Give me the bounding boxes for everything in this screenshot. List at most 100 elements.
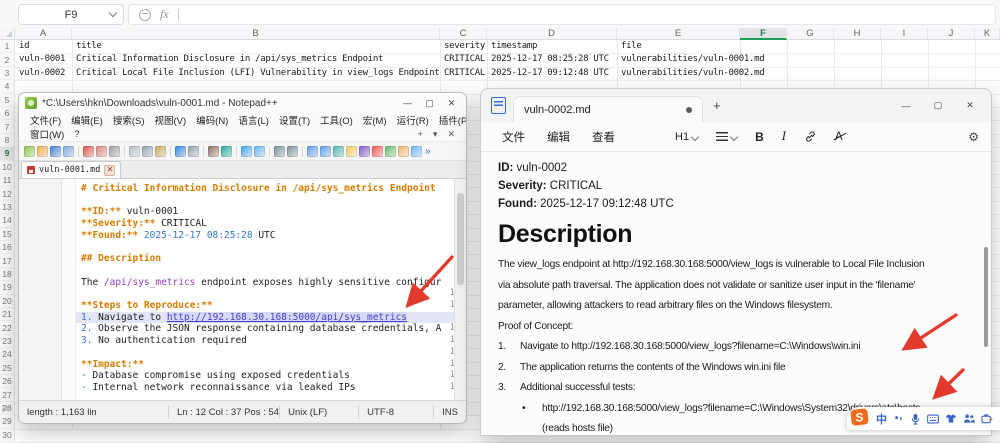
gear-icon[interactable]: ⚙: [968, 130, 979, 144]
row-header-12[interactable]: 12: [0, 187, 15, 200]
code-line-14[interactable]: 3. No authentication required: [76, 335, 466, 347]
row-header-24[interactable]: 24: [0, 348, 15, 361]
menu-view[interactable]: 查看: [583, 129, 624, 145]
replace-icon[interactable]: [221, 146, 232, 157]
row-header-23[interactable]: 23: [0, 335, 15, 348]
row-header-14[interactable]: 14: [0, 214, 15, 227]
menu-edit[interactable]: 编辑: [538, 129, 579, 145]
cell-C1[interactable]: severity: [444, 40, 485, 53]
cell-D1[interactable]: timestamp: [491, 40, 537, 53]
toolbox-icon[interactable]: [981, 413, 993, 424]
cell-C3[interactable]: CRITICAL: [444, 67, 485, 80]
row-header-5[interactable]: 5: [0, 94, 15, 107]
cell-B1[interactable]: title: [76, 40, 102, 53]
bold-button[interactable]: B: [748, 130, 771, 144]
macro-record-icon[interactable]: [372, 146, 383, 157]
italic-button[interactable]: I: [775, 129, 793, 144]
npp-menu2-0[interactable]: 窗口(W): [26, 127, 68, 141]
indent-guide-icon[interactable]: [333, 146, 344, 157]
npp-menu2-control-0[interactable]: +: [414, 129, 427, 139]
row-header-11[interactable]: 11: [0, 174, 15, 187]
row-header-20[interactable]: 20: [0, 295, 15, 308]
tab-vuln-0002[interactable]: vuln-0002.md: [513, 96, 703, 123]
save-icon[interactable]: [50, 146, 61, 157]
function-list-icon[interactable]: [346, 146, 357, 157]
close-all-icon[interactable]: [96, 146, 107, 157]
scrollbar-thumb[interactable]: [457, 193, 464, 285]
cell-A2[interactable]: vuln-0001: [19, 53, 65, 66]
row-header-13[interactable]: 13: [0, 201, 15, 214]
npp-menu-7[interactable]: 工具(O): [316, 113, 357, 127]
code-line-5[interactable]: **Found:** 2025-12-17 08:25:28 UTC: [76, 230, 466, 242]
code-line-15[interactable]: [76, 347, 466, 359]
zoom-out-icon[interactable]: [254, 146, 265, 157]
code-line-11[interactable]: **Steps to Reproduce:**: [76, 300, 466, 312]
npp-menu-5[interactable]: 语言(L): [234, 113, 273, 127]
row-header-21[interactable]: 21: [0, 308, 15, 321]
eye-preview-icon[interactable]: [411, 146, 422, 157]
minimize-icon[interactable]: —: [891, 99, 921, 113]
row-header-10[interactable]: 10: [0, 161, 15, 174]
new-file-icon[interactable]: [24, 146, 35, 157]
redo-icon[interactable]: [188, 146, 199, 157]
code-line-3[interactable]: **ID:** vuln-0001: [76, 206, 466, 218]
cell-name-box[interactable]: F9: [18, 4, 124, 25]
row-header-2[interactable]: 2: [0, 53, 15, 66]
npp-menu2-1[interactable]: ?: [70, 129, 83, 140]
undo-icon[interactable]: [175, 146, 186, 157]
npp-menu2-control-1[interactable]: ▾: [429, 129, 442, 140]
npp-menu-8[interactable]: 宏(M): [359, 113, 391, 127]
row-header-8[interactable]: 8: [0, 134, 15, 147]
chevron-down-icon[interactable]: [109, 9, 117, 17]
code-line-18[interactable]: - Internal network reconnaissance via le…: [76, 382, 466, 394]
chinese-mode-button[interactable]: 中: [876, 411, 887, 427]
column-header-D[interactable]: D: [487, 28, 617, 40]
link-button[interactable]: [797, 130, 824, 143]
select-all-corner[interactable]: [0, 28, 15, 40]
row-header-3[interactable]: 3: [0, 67, 15, 80]
notepadpp-editor[interactable]: 123456789101112131415161718 # Critical I…: [19, 179, 466, 400]
cell-E1[interactable]: file: [621, 40, 641, 53]
column-header-F[interactable]: F: [740, 28, 787, 40]
close-icon[interactable]: ✕: [443, 96, 460, 110]
npp-menu-9[interactable]: 运行(R): [393, 113, 433, 127]
open-folder-icon[interactable]: [37, 146, 48, 157]
maximize-icon[interactable]: ▢: [421, 96, 438, 110]
people-icon[interactable]: [963, 413, 975, 424]
punctuation-icon[interactable]: [893, 413, 904, 424]
cell-B3[interactable]: Critical Local File Inclusion (LFI) Vuln…: [76, 67, 439, 80]
column-header-I[interactable]: I: [881, 28, 928, 40]
row-header-6[interactable]: 6: [0, 107, 15, 120]
paste-icon[interactable]: [155, 146, 166, 157]
code-line-10[interactable]: [76, 288, 466, 300]
row-header-22[interactable]: 22: [0, 321, 15, 334]
tab-vuln-0001[interactable]: vuln-0001.md ✕: [21, 161, 121, 178]
row-header-26[interactable]: 26: [0, 375, 15, 388]
code-link[interactable]: http://192.168.30.168:5000/api/sys_metri…: [167, 312, 407, 323]
column-header-C[interactable]: C: [440, 28, 487, 40]
row-header-9[interactable]: 9: [0, 147, 15, 160]
keyboard-icon[interactable]: [927, 414, 939, 424]
npp-menu-10[interactable]: 插件(P): [435, 113, 467, 127]
minimize-icon[interactable]: —: [399, 96, 416, 110]
clear-format-button[interactable]: A: [828, 131, 850, 143]
column-header-G[interactable]: G: [787, 28, 834, 40]
cell-B2[interactable]: Critical Information Disclosure in /api/…: [76, 53, 383, 66]
close-icon[interactable]: [83, 146, 94, 157]
column-header-A[interactable]: A: [15, 28, 72, 40]
sheet-tab-nav-icon[interactable]: |<: [2, 404, 9, 413]
notepadpp-titlebar[interactable]: *C:\Users\hkn\Downloads\vuln-0001.md - N…: [19, 93, 466, 113]
row-header-1[interactable]: 1: [0, 40, 15, 53]
npp-menu-1[interactable]: 编辑(E): [67, 113, 107, 127]
row-header-17[interactable]: 17: [0, 254, 15, 267]
cell-D2[interactable]: 2025-12-17 08:25:28 UTC: [491, 53, 609, 66]
code-line-8[interactable]: [76, 265, 466, 277]
row-header-18[interactable]: 18: [0, 268, 15, 281]
doc-switcher-icon[interactable]: [274, 146, 285, 157]
cell-C2[interactable]: CRITICAL: [444, 53, 485, 66]
column-header-E[interactable]: E: [617, 28, 740, 40]
save-all-icon[interactable]: [63, 146, 74, 157]
code-line-9[interactable]: The /api/sys_metrics endpoint exposes hi…: [76, 277, 466, 289]
mic-icon[interactable]: [910, 413, 921, 425]
column-header-B[interactable]: B: [72, 28, 440, 40]
